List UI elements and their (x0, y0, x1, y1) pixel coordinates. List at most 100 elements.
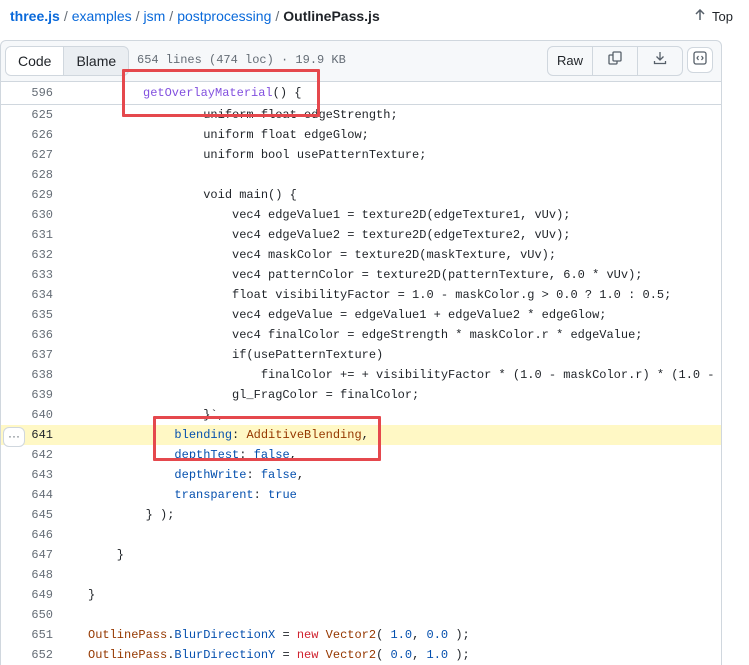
file-header: three.js / examples / jsm / postprocessing / Out… (0, 0, 749, 34)
view-mode-toggle: Code Blame (5, 46, 130, 76)
code-line: 632 vec4 maskColor = texture2D(maskTextu… (1, 245, 721, 265)
line-number[interactable]: 650 (1, 605, 53, 625)
line-number[interactable]: 648 (1, 565, 53, 585)
blame-tab[interactable]: Blame (64, 47, 128, 75)
code-text: } (88, 548, 125, 562)
file-actions-group: Raw (547, 46, 683, 76)
annotation-box-blending (153, 416, 381, 461)
code-line: 631 vec4 edgeValue2 = texture2D(edgeText… (1, 225, 721, 245)
code-line: 635 vec4 edgeValue = edgeValue1 + edgeVa… (1, 305, 721, 325)
code-line: 629 void main() { (1, 185, 721, 205)
code-text: vec4 maskColor = texture2D(maskTexture, … (88, 248, 557, 262)
code-line: 625 uniform float edgeStrength; (1, 105, 721, 125)
code-line: 638 finalColor += + visibilityFactor * (… (1, 365, 721, 385)
code-view: 596 getOverlayMaterial() {625 uniform flo… (0, 82, 722, 665)
line-number[interactable]: 632 (1, 245, 53, 265)
breadcrumb: three.js / examples / jsm / postprocessing / Out… (10, 8, 380, 24)
code-text: void main() { (88, 188, 297, 202)
code-line: 637 if(usePatternTexture) (1, 345, 721, 365)
line-number[interactable]: 639 (1, 385, 53, 405)
breadcrumb-root-link[interactable]: three.js (10, 8, 60, 24)
line-number[interactable]: 628 (1, 165, 53, 185)
code-text: } (88, 588, 96, 602)
annotation-box-overlay-material (122, 69, 320, 117)
code-text: float visibilityFactor = 1.0 - maskColor… (88, 288, 672, 302)
line-number[interactable]: 643 (1, 465, 53, 485)
code-line: 643 depthWrite: false, (1, 465, 721, 485)
copy-button[interactable] (592, 47, 637, 75)
line-number[interactable]: 638 (1, 365, 53, 385)
code-text: uniform bool usePatternTexture; (88, 148, 427, 162)
code-text: depthWrite: false, (174, 468, 305, 482)
line-number[interactable]: 642 (1, 445, 53, 465)
sticky-scope-header: 596 getOverlayMaterial() { (1, 82, 721, 105)
file-info: 654 lines (474 loc) · 19.9 KB (137, 53, 346, 67)
breadcrumb-file-name: OutlinePass.js (283, 8, 380, 24)
line-number[interactable]: 631 (1, 225, 53, 245)
code-line: 652 OutlinePass.BlurDirectionY = new Vect… (1, 645, 721, 665)
line-number[interactable]: 652 (1, 645, 53, 665)
breadcrumb-separator: / (135, 8, 140, 24)
line-number[interactable]: 647 (1, 545, 53, 565)
code-text: uniform float edgeGlow; (88, 128, 369, 142)
symbols-panel-icon (693, 50, 707, 70)
line-number[interactable]: 651 (1, 625, 53, 645)
code-tab[interactable]: Code (6, 47, 65, 75)
code-text: OutlinePass.BlurDirectionX = new Vector2… (88, 628, 470, 642)
code-line: 649} (1, 585, 721, 605)
kebab-dots-icon: ··· (8, 429, 20, 443)
line-number[interactable]: 596 (1, 82, 53, 104)
top-button[interactable]: Top (694, 8, 733, 24)
line-number[interactable]: 645 (1, 505, 53, 525)
breadcrumb-separator: / (169, 8, 174, 24)
code-line: 639 gl_FragColor = finalColor; (1, 385, 721, 405)
code-line: 627 uniform bool usePatternTexture; (1, 145, 721, 165)
breadcrumb-separator: / (63, 8, 68, 24)
code-line: 650 (1, 605, 721, 625)
breadcrumb-jsm-link[interactable]: jsm (144, 8, 166, 24)
line-number[interactable]: 626 (1, 125, 53, 145)
code-text: vec4 edgeValue2 = texture2D(edgeTexture2… (88, 228, 571, 242)
code-text: gl_FragColor = finalColor; (88, 388, 420, 402)
line-number[interactable]: 649 (1, 585, 53, 605)
line-number[interactable]: 646 (1, 525, 53, 545)
line-number[interactable]: 640 (1, 405, 53, 425)
file-toolbar: Code Blame 654 lines (474 loc) · 19.9 KB… (0, 40, 722, 82)
arrow-up-icon (694, 8, 706, 24)
code-line: 647 } (1, 545, 721, 565)
line-options-button[interactable]: ··· (3, 427, 25, 447)
line-number[interactable]: 627 (1, 145, 53, 165)
code-line: 648 (1, 565, 721, 585)
line-number[interactable]: 634 (1, 285, 53, 305)
download-button[interactable] (637, 47, 682, 75)
code-text: transparent: true (174, 488, 297, 502)
code-line: 636 vec4 finalColor = edgeStrength * mas… (1, 325, 721, 345)
line-number[interactable]: 636 (1, 325, 53, 345)
line-number[interactable]: 644 (1, 485, 53, 505)
code-line: 633 vec4 patternColor = texture2D(patter… (1, 265, 721, 285)
code-text: finalColor += + visibilityFactor * (1.0 … (88, 368, 722, 382)
code-line: 628 (1, 165, 721, 185)
code-line: 651 OutlinePass.BlurDirectionX = new Vect… (1, 625, 721, 645)
breadcrumb-postprocessing-link[interactable]: postprocessing (177, 8, 271, 24)
breadcrumb-examples-link[interactable]: examples (72, 8, 132, 24)
top-button-label: Top (712, 8, 733, 24)
code-text: } ); (88, 508, 175, 522)
raw-button[interactable]: Raw (548, 47, 592, 75)
line-number[interactable]: 630 (1, 205, 53, 225)
code-text: vec4 finalColor = edgeStrength * maskCol… (88, 328, 643, 342)
line-number[interactable]: 629 (1, 185, 53, 205)
code-text: vec4 edgeValue = edgeValue1 + edgeValue2… (88, 308, 607, 322)
symbols-panel-button[interactable] (687, 47, 713, 73)
code-line: 630 vec4 edgeValue1 = texture2D(edgeText… (1, 205, 721, 225)
line-number[interactable]: 635 (1, 305, 53, 325)
line-number[interactable]: 625 (1, 105, 53, 125)
code-line: 634 float visibilityFactor = 1.0 - maskC… (1, 285, 721, 305)
code-line: 644 transparent: true (1, 485, 721, 505)
code-line: 646 (1, 525, 721, 545)
code-text: if(usePatternTexture) (88, 348, 384, 362)
github-code-view: three.js / examples / jsm / postprocessing / Out… (0, 0, 749, 665)
download-icon (653, 47, 667, 75)
line-number[interactable]: 633 (1, 265, 53, 285)
line-number[interactable]: 637 (1, 345, 53, 365)
